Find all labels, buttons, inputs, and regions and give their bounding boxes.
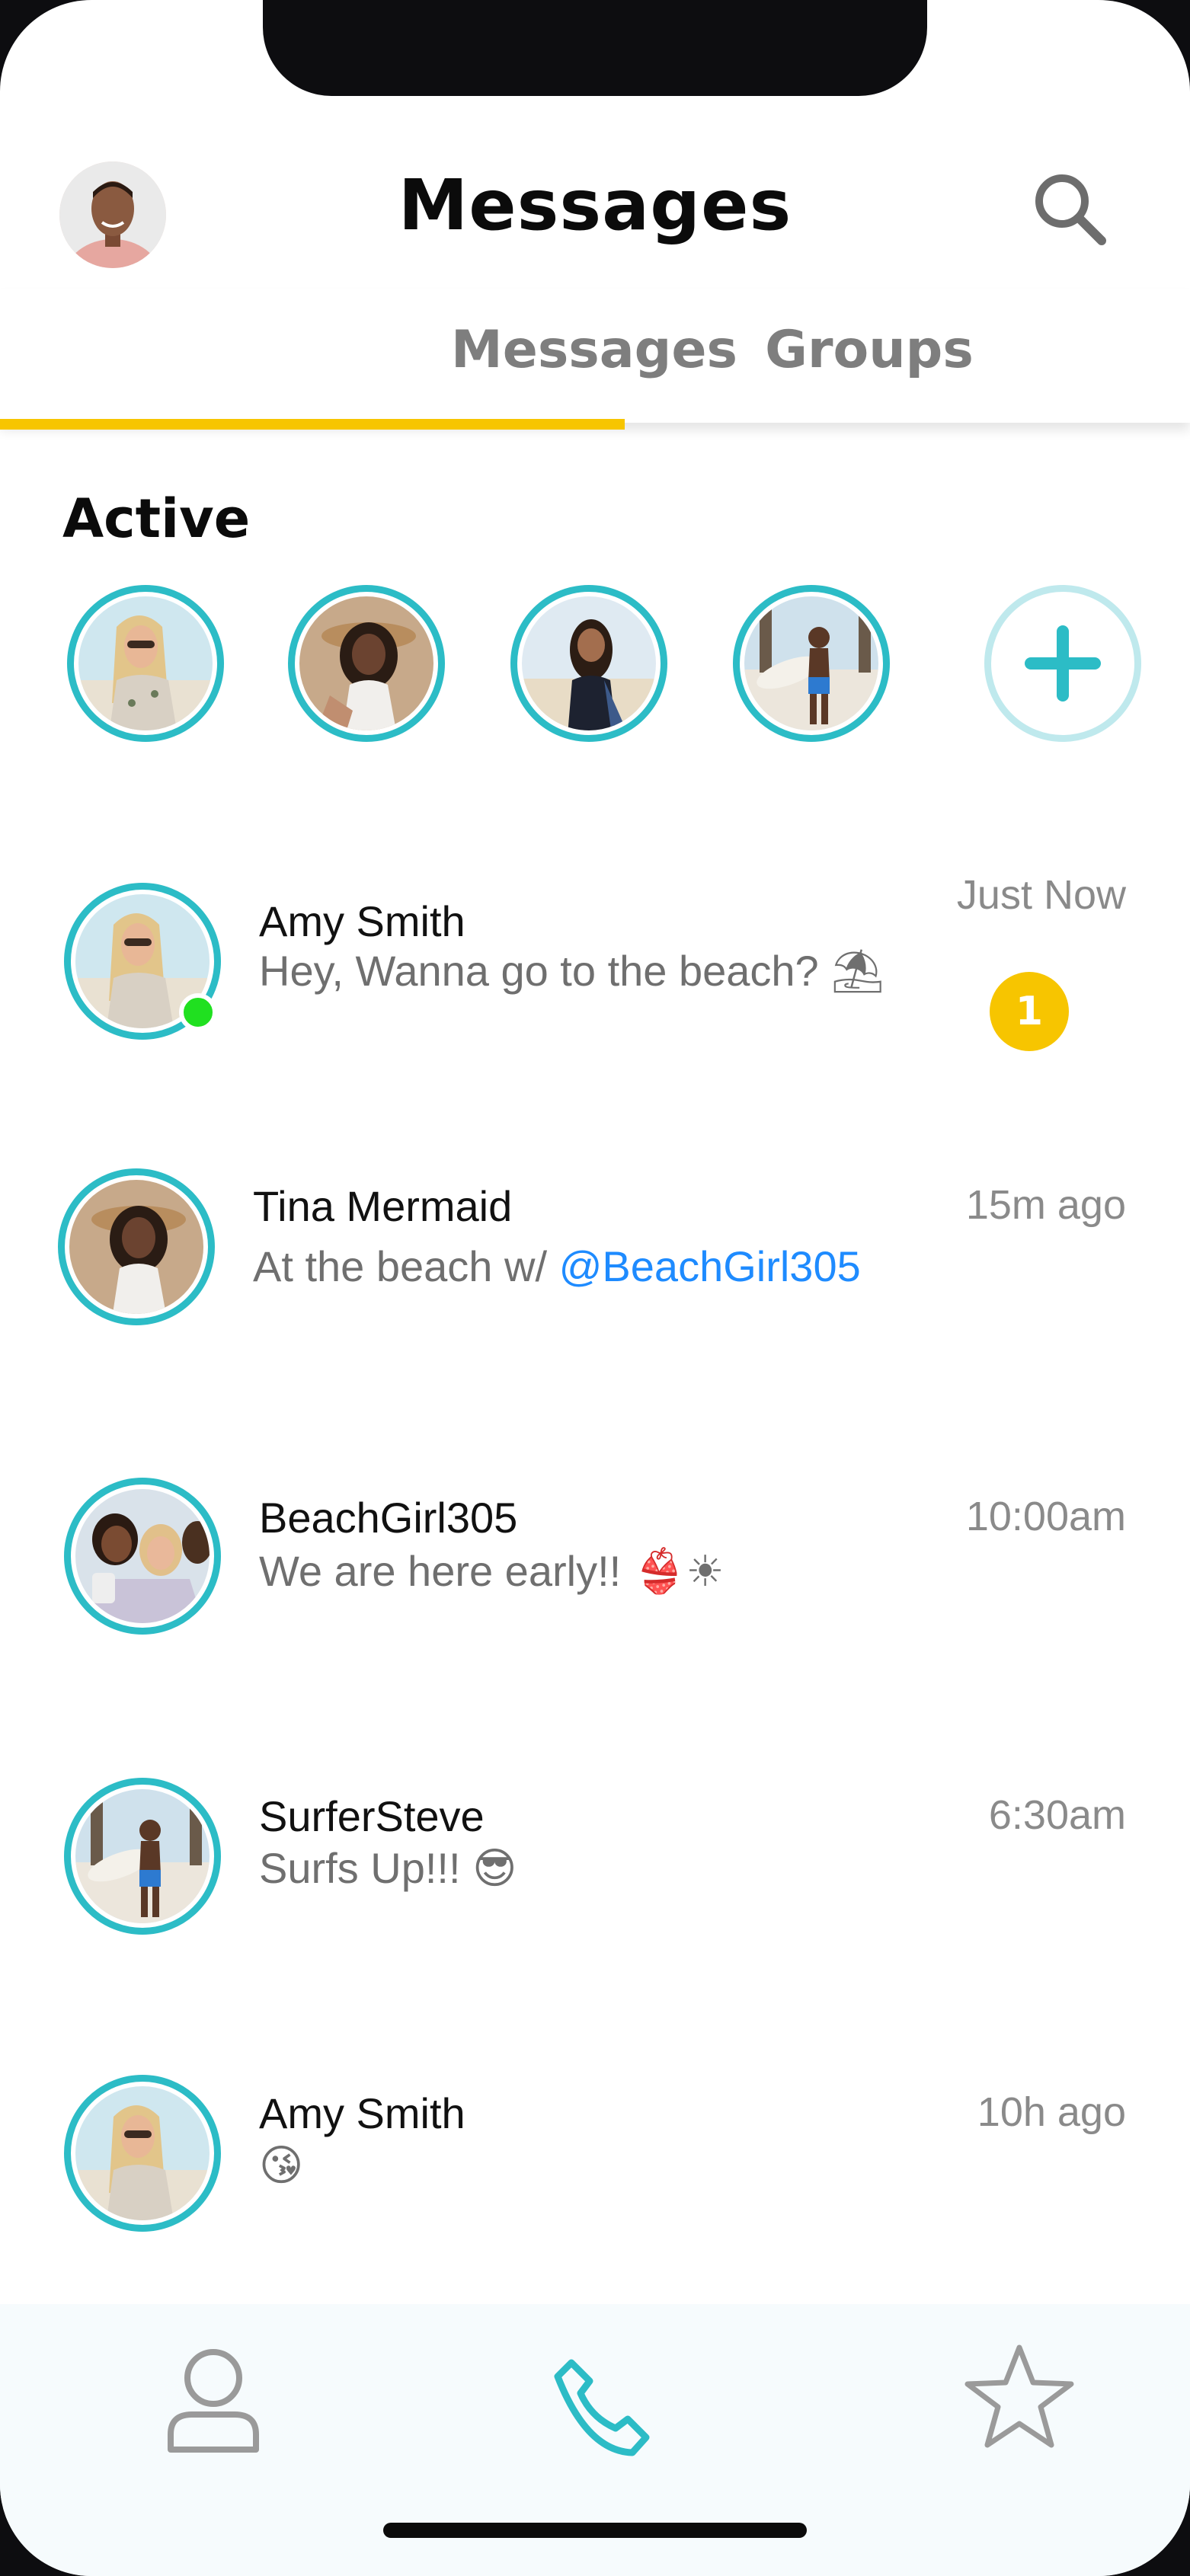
conversation-time: 15m ago <box>965 1182 1126 1228</box>
amy-avatar <box>64 2075 221 2232</box>
conversation-name: Amy Smith <box>259 897 465 945</box>
phone-icon <box>554 2359 650 2456</box>
active-user-amy[interactable] <box>67 585 224 742</box>
search-button[interactable] <box>1028 168 1112 251</box>
conversation-preview: Surfs Up!!! 😎 <box>259 1844 517 1894</box>
amy-avatar <box>78 596 213 730</box>
conversation-preview: At the beach w/ @BeachGirl305 <box>253 1242 861 1290</box>
device-notch <box>263 0 927 96</box>
conversation-preview: We are here early!! 👙☀ <box>259 1547 725 1596</box>
beachgirl-avatar <box>64 1478 221 1635</box>
page-title: Messages <box>398 165 792 246</box>
conversation-item[interactable]: Tina Mermaid At the beach w/ @BeachGirl3… <box>0 1165 1190 1348</box>
steve-avatar <box>64 1778 221 1935</box>
conversation-time: 6:30am <box>988 1792 1126 1838</box>
add-active-button[interactable] <box>984 585 1141 742</box>
tab-groups[interactable]: Groups <box>595 320 1144 380</box>
mention-link[interactable]: @BeachGirl305 <box>559 1242 861 1290</box>
search-icon <box>1035 174 1106 245</box>
plus-icon <box>1025 625 1101 702</box>
conversation-preview: Hey, Wanna go to the beach? ⛱ <box>259 947 885 996</box>
conversation-item[interactable]: Amy Smith 😘 10h ago <box>0 2064 1190 2247</box>
active-user-tina[interactable] <box>288 585 445 742</box>
conversation-item[interactable]: Amy Smith Hey, Wanna go to the beach? ⛱ … <box>0 868 1190 1051</box>
conversation-preview: 😘 <box>259 2141 304 2191</box>
user-icon <box>168 2349 259 2453</box>
conversation-item[interactable]: SurferSteve Surfs Up!!! 😎 6:30am <box>0 1767 1190 1950</box>
online-indicator <box>179 993 217 1031</box>
conversation-name: SurferSteve <box>259 1792 485 1840</box>
app-screen: Messages Messages Groups Active Amy Smit… <box>0 0 1190 2576</box>
star-icon <box>964 2344 1074 2448</box>
conversation-item[interactable]: BeachGirl305 We are here early!! 👙☀ 10:0… <box>0 1470 1190 1653</box>
conversation-time: Just Now <box>956 872 1126 918</box>
tab-bar: Messages Groups <box>0 289 1190 430</box>
nav-calls-button[interactable] <box>541 2346 663 2468</box>
active-section-title: Active <box>62 487 251 550</box>
tina-avatar <box>299 596 433 730</box>
steve-avatar <box>744 596 878 730</box>
conversation-name: BeachGirl305 <box>259 1494 518 1542</box>
active-user-girl[interactable] <box>510 585 667 742</box>
home-indicator <box>383 2523 807 2538</box>
conversation-name: Tina Mermaid <box>253 1182 513 1230</box>
tab-selected-indicator <box>0 419 625 430</box>
unread-badge: 1 <box>990 972 1069 1051</box>
nav-favorites-button[interactable] <box>958 2338 1080 2460</box>
tina-avatar <box>58 1168 215 1325</box>
conversation-name: Amy Smith <box>259 2089 465 2137</box>
conversation-time: 10h ago <box>977 2089 1126 2135</box>
nav-profile-button[interactable] <box>152 2338 274 2460</box>
conversation-time: 10:00am <box>965 1494 1126 1539</box>
active-user-steve[interactable] <box>733 585 890 742</box>
girl-avatar <box>522 596 656 730</box>
